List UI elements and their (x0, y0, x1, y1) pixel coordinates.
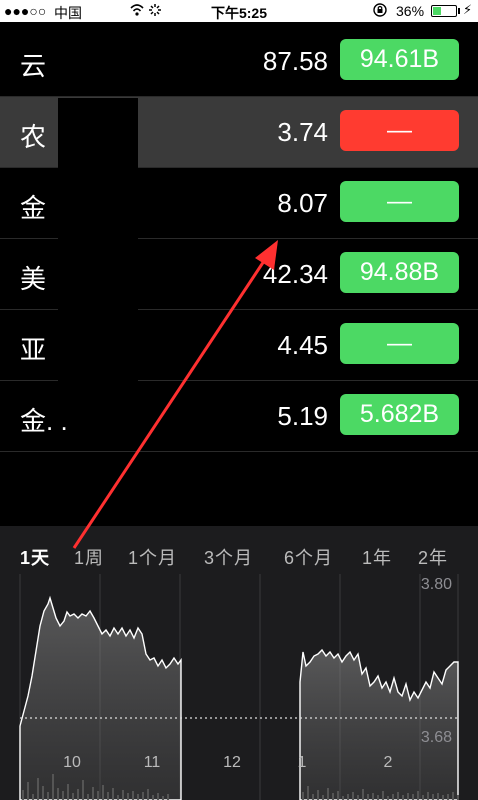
stock-name: 美 (20, 264, 47, 294)
volume-bar (377, 795, 379, 800)
volume-bar (447, 794, 449, 800)
stock-price: 5.19 (277, 401, 328, 431)
volume-bar (387, 796, 389, 800)
stock-price: 87.58 (262, 46, 328, 76)
volume-bar (357, 795, 359, 800)
stock-name: 农 (20, 122, 47, 152)
volume-bar (42, 786, 44, 800)
volume-bar (437, 793, 439, 800)
volume-bar (32, 794, 34, 800)
volume-bar (422, 795, 424, 800)
y-high-label: 3.80 (421, 576, 452, 593)
volume-bar (107, 792, 109, 800)
stock-row[interactable]: 云 87.58 94.61B (0, 26, 478, 97)
volume-bar (382, 791, 384, 800)
redaction-mask (58, 98, 138, 400)
volume-bar (397, 792, 399, 800)
battery-percent: 36% (396, 3, 425, 19)
market-cap-badge[interactable]: 5.682B (340, 394, 459, 435)
volume-bar (412, 794, 414, 800)
price-area-afternoon (299, 648, 459, 800)
volume-bar (62, 791, 64, 800)
volume-bar (392, 794, 394, 800)
volume-bar (57, 788, 59, 800)
volume-bar (72, 793, 74, 800)
volume-bar (122, 790, 124, 800)
y-low-label: 3.68 (421, 729, 452, 746)
stock-name: 亚 (20, 335, 47, 365)
volume-bar (432, 794, 434, 800)
volume-bar (442, 795, 444, 800)
volume-bar (97, 791, 99, 800)
volume-bar (52, 774, 54, 800)
stock-price: 4.45 (277, 330, 328, 360)
x-label: 2 (384, 754, 393, 771)
volume-bar (87, 794, 89, 800)
charging-bolt-icon: ⚡ (463, 2, 473, 17)
x-label: 1 (298, 754, 307, 771)
stock-name: 金. . (20, 406, 68, 436)
battery-fill (433, 7, 441, 15)
volume-bar (327, 788, 329, 800)
volume-bar (92, 787, 94, 800)
volume-bar (352, 792, 354, 800)
volume-bar (157, 793, 159, 800)
battery-tip (458, 8, 460, 14)
volume-bar (147, 789, 149, 800)
volume-bar (407, 793, 409, 800)
volume-bar (342, 796, 344, 800)
market-cap-badge[interactable]: 94.61B (340, 39, 459, 80)
market-cap-badge[interactable]: — (340, 181, 459, 222)
volume-bar (302, 792, 304, 800)
volume-bar (347, 794, 349, 800)
volume-bar (112, 788, 114, 800)
chart-panel: 1天 1周 1个月 3个月 6个月 1年 2年 3.80 3.68 10 11 … (0, 526, 478, 800)
volume-bar (77, 789, 79, 800)
volume-bar (337, 791, 339, 800)
volume-bar (22, 790, 24, 800)
market-cap-badge[interactable]: — (340, 323, 459, 364)
x-label: 10 (63, 754, 81, 771)
volume-bar (142, 792, 144, 800)
volume-bar (152, 795, 154, 800)
volume-bar (67, 784, 69, 800)
stock-name: 云 (20, 51, 47, 81)
volume-bar (27, 782, 29, 800)
volume-bar (402, 795, 404, 800)
volume-bar (37, 778, 39, 800)
intraday-chart: 3.80 3.68 10 11 12 1 2 (19, 574, 459, 800)
x-label: 12 (223, 754, 241, 771)
volume-bar (332, 793, 334, 800)
volume-bar (312, 794, 314, 800)
stock-price: 3.74 (277, 117, 328, 147)
volume-bar (117, 795, 119, 800)
volume-bar (417, 791, 419, 800)
stock-name: 金 (20, 193, 47, 223)
volume-bar (367, 794, 369, 800)
market-cap-badge[interactable]: — (340, 110, 459, 151)
volume-bar (307, 786, 309, 800)
volume-bar (372, 793, 374, 800)
volume-bar (452, 792, 454, 800)
stock-price: 8.07 (277, 188, 328, 218)
battery-icon (431, 5, 457, 17)
volume-bar (82, 780, 84, 800)
volume-bar (132, 791, 134, 800)
volume-bar (457, 795, 459, 800)
volume-bar (47, 792, 49, 800)
volume-bar (137, 794, 139, 800)
volume-bar (322, 795, 324, 800)
volume-bar (102, 785, 104, 800)
volume-bar (162, 796, 164, 800)
volume-bar (427, 792, 429, 800)
volume-bar (127, 793, 129, 800)
stock-price: 42.34 (262, 259, 328, 289)
orientation-lock-icon (372, 2, 388, 21)
volume-bar (167, 794, 169, 800)
status-bar: ●●●○○ 中国 下午5:25 36% ⚡ (0, 0, 478, 22)
market-cap-badge[interactable]: 94.88B (340, 252, 459, 293)
volume-bar (317, 790, 319, 800)
volume-bar (362, 789, 364, 800)
x-label: 11 (144, 754, 161, 771)
